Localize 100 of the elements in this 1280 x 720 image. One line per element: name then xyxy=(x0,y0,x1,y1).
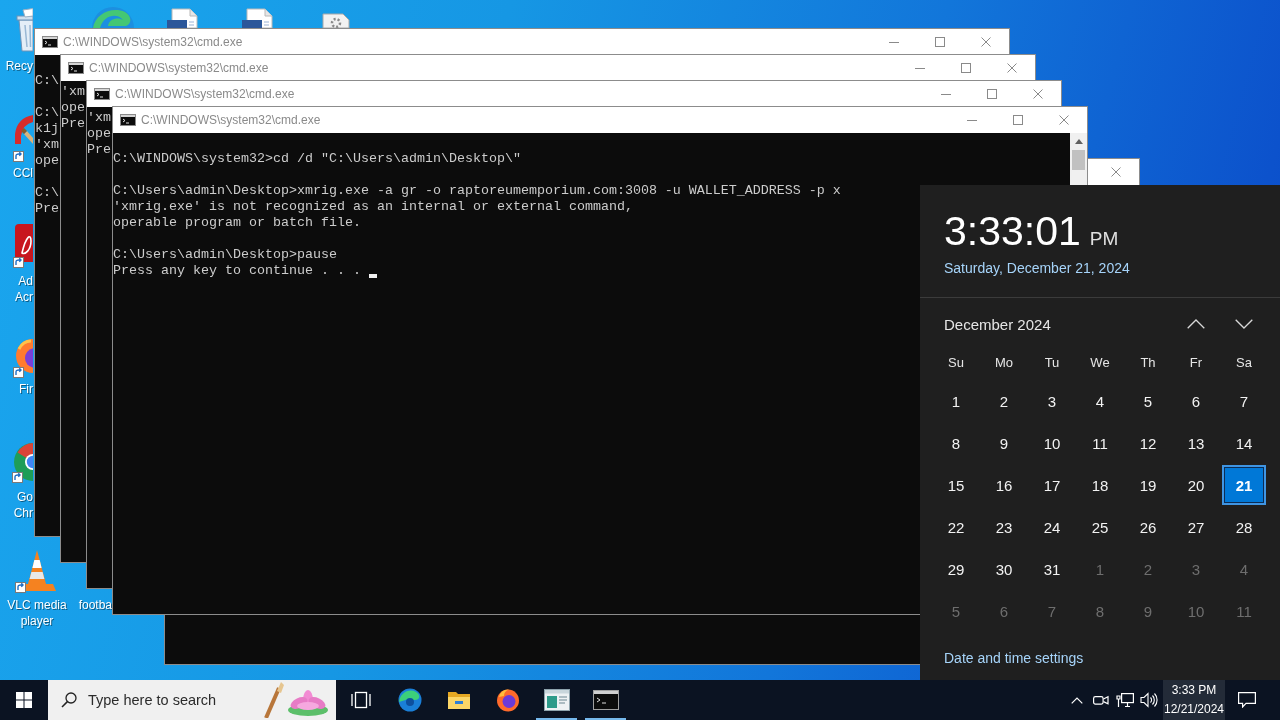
close-icon xyxy=(1007,63,1017,73)
clock-time: 3:33:01 xyxy=(944,209,1081,253)
maximize-icon xyxy=(961,63,971,73)
app-tile-icon xyxy=(13,224,33,268)
calendar-day[interactable]: 8 xyxy=(934,423,978,463)
scrollbar[interactable] xyxy=(1070,133,1087,185)
video-camera-icon[interactable] xyxy=(1093,693,1109,707)
calendar-day[interactable]: 20 xyxy=(1174,465,1218,505)
window-title: C:\WINDOWS\system32\cmd.exe xyxy=(89,61,269,75)
calendar-day[interactable]: 17 xyxy=(1030,465,1074,505)
terminal-line: ope xyxy=(35,153,59,168)
calendar-day[interactable]: 13 xyxy=(1174,423,1218,463)
console-icon xyxy=(94,88,110,100)
calendar-day[interactable]: 3 xyxy=(1030,381,1074,421)
close-icon xyxy=(981,37,991,47)
windows-logo-icon xyxy=(16,692,32,708)
calendar-day[interactable]: 24 xyxy=(1030,507,1074,547)
terminal-line: k1j xyxy=(35,121,59,136)
calendar-day[interactable]: 4 xyxy=(1078,381,1122,421)
minimize-icon xyxy=(889,41,899,43)
maximize-icon xyxy=(935,37,945,47)
notification-icon[interactable] xyxy=(1238,692,1256,708)
terminal-line: 'xm xyxy=(35,137,59,152)
terminal-line: C:\WINDOWS\system32>cd /d "C:\Users\admin\Desktop\" xyxy=(113,151,521,166)
calendar-day[interactable]: 18 xyxy=(1078,465,1122,505)
weekday-label: We xyxy=(1090,354,1110,372)
calendar-day[interactable]: 28 xyxy=(1222,507,1266,547)
calendar-day[interactable]: 6 xyxy=(1174,381,1218,421)
terminal-line: C:\ xyxy=(35,73,59,88)
terminal-line: operable program or batch file. xyxy=(113,215,361,230)
calendar-day[interactable]: 15 xyxy=(934,465,978,505)
speaker-icon[interactable] xyxy=(1140,692,1158,708)
terminal-line: Pre xyxy=(87,142,111,157)
terminal-line: ope xyxy=(61,100,85,115)
console-icon xyxy=(120,114,136,126)
calendar-day[interactable]: 7 xyxy=(1222,381,1266,421)
minimize-icon xyxy=(941,93,951,95)
calendar-day[interactable]: 12 xyxy=(1126,423,1170,463)
calendar-day[interactable]: 23 xyxy=(982,507,1026,547)
calendar-day[interactable]: 2 xyxy=(982,381,1026,421)
brush-logo-icon xyxy=(13,114,33,162)
network-monitor-icon[interactable] xyxy=(1116,692,1134,708)
terminal-line: Press any key to continue . . . xyxy=(113,263,361,278)
settings-link[interactable]: Date and time settings xyxy=(944,650,1084,666)
search-bar[interactable]: Type here to search xyxy=(48,680,336,720)
minimize-icon xyxy=(967,119,977,121)
terminal-line: C:\ xyxy=(35,185,59,200)
console-icon xyxy=(42,36,58,48)
calendar-day[interactable]: 26 xyxy=(1126,507,1170,547)
weekday-label: Tu xyxy=(1044,354,1060,372)
flame-globe-icon xyxy=(495,688,520,712)
weekday-label: Fr xyxy=(1189,354,1203,372)
terminal-line: Pre xyxy=(35,201,59,216)
calendar-day[interactable]: 10 xyxy=(1030,423,1074,463)
date-link[interactable]: Saturday, December 21, 2024 xyxy=(944,260,1130,276)
scrollbar-thumb[interactable] xyxy=(1072,150,1085,170)
search-icon xyxy=(61,692,77,708)
terminal-line: 'xm xyxy=(87,110,111,125)
caret-up-icon[interactable] xyxy=(1074,139,1083,144)
chevron-down-icon[interactable] xyxy=(1235,319,1253,329)
search-input[interactable]: Type here to search xyxy=(88,692,260,708)
calendar-day[interactable]: 29 xyxy=(934,549,978,589)
app-window-icon xyxy=(543,689,570,711)
calendar-day[interactable]: 11 xyxy=(1078,423,1122,463)
task-view-icon xyxy=(350,691,371,709)
clock-period: PM xyxy=(1089,228,1119,250)
recycle-bin-icon xyxy=(15,8,33,52)
maximize-icon xyxy=(1013,115,1023,125)
calendar-day[interactable]: 31 xyxy=(1030,549,1074,589)
calendar-day[interactable]: 16 xyxy=(982,465,1026,505)
calendar-day[interactable]: 22 xyxy=(934,507,978,547)
console-icon xyxy=(68,62,84,74)
terminal-line: 'xm xyxy=(61,84,85,99)
chevron-up-icon[interactable] xyxy=(1187,319,1205,329)
maximize-icon xyxy=(987,89,997,99)
terminal-line: C:\Users\admin\Desktop>pause xyxy=(113,247,337,262)
window-title: C:\WINDOWS\system32\cmd.exe xyxy=(63,35,243,49)
console-icon xyxy=(592,690,619,710)
terminal-line: ope xyxy=(87,126,111,141)
terminal-line: 'xmrig.exe' is not recognized as an internal or external command, xyxy=(113,199,633,214)
weekday-label: Su xyxy=(948,354,964,372)
calendar-day[interactable]: 25 xyxy=(1078,507,1122,547)
flame-globe-icon xyxy=(13,338,33,378)
calendar-day[interactable]: 5 xyxy=(1126,381,1170,421)
calendar-day[interactable]: 30 xyxy=(982,549,1026,589)
minimize-icon xyxy=(915,67,925,69)
clock-button[interactable]: 3:33 PM 12/21/2024 xyxy=(1163,680,1225,720)
calendar-day[interactable]: 14 xyxy=(1222,423,1266,463)
window-title: C:\WINDOWS\system32\cmd.exe xyxy=(141,113,321,127)
weekday-label: Mo xyxy=(994,354,1014,372)
terminal-line: Pre xyxy=(61,116,85,131)
swirl-logo-icon xyxy=(397,688,422,712)
close-icon xyxy=(1059,115,1069,125)
terminal-line: C:\Users\admin\Desktop>xmrig.exe -a gr -o raptoreumemporium.com:3008 -u WALLET_ADDRESS -p x xyxy=(113,183,841,198)
calendar-day[interactable]: 9 xyxy=(982,423,1026,463)
calendar-day[interactable]: 1 xyxy=(934,381,978,421)
calendar-day[interactable]: 21 xyxy=(1222,465,1266,505)
weekday-label: Sa xyxy=(1236,354,1252,372)
calendar-day[interactable]: 19 xyxy=(1126,465,1170,505)
calendar-day[interactable]: 27 xyxy=(1174,507,1218,547)
